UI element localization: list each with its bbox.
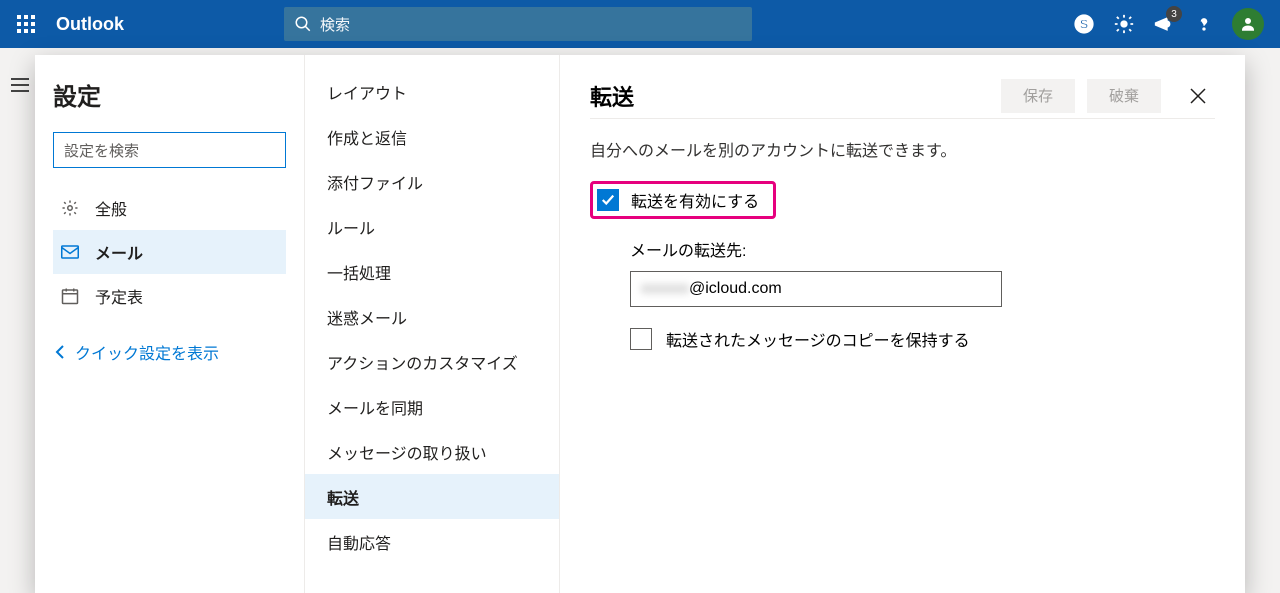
top-bar: Outlook 検索 S 3 [0, 0, 1280, 48]
subnav-sync-mail[interactable]: メールを同期 [305, 384, 559, 429]
keep-copy-label: 転送されたメッセージのコピーを保持する [666, 327, 970, 351]
app-launcher-icon[interactable] [10, 8, 42, 40]
settings-content: 転送 保存 破棄 自分へのメールを別のアカウントに転送できます。 転送を有効にす… [560, 55, 1245, 593]
enable-forwarding-label: 転送を有効にする [631, 188, 759, 212]
settings-title: 設定 [53, 77, 286, 112]
svg-text:S: S [1080, 17, 1089, 32]
settings-subnav: レイアウト 作成と返信 添付ファイル ルール 一括処理 迷惑メール アクションの… [305, 55, 560, 593]
nav-mail[interactable]: メール [53, 230, 286, 274]
settings-search-input[interactable]: 設定を検索 [53, 132, 286, 168]
subnav-sweep[interactable]: 一括処理 [305, 249, 559, 294]
nav-label: メール [95, 240, 143, 264]
enable-forwarding-checkbox[interactable] [597, 189, 619, 211]
enable-forwarding-highlight: 転送を有効にする [590, 181, 776, 219]
gear-icon[interactable] [1104, 4, 1144, 44]
notification-badge: 3 [1166, 6, 1182, 22]
calendar-icon [59, 287, 81, 305]
nav-general[interactable]: 全般 [53, 186, 286, 230]
skype-icon[interactable]: S [1064, 4, 1104, 44]
search-placeholder: 検索 [320, 14, 350, 35]
forward-to-block: メールの転送先: xxxxxx@icloud.com 転送されたメッセージのコピ… [630, 237, 1215, 351]
forward-to-value-redacted: xxxxxx [641, 280, 689, 298]
background-decoration [1240, 48, 1280, 593]
quick-settings-link[interactable]: クイック設定を表示 [53, 336, 286, 368]
subnav-attachments[interactable]: 添付ファイル [305, 159, 559, 204]
chevron-left-icon [55, 345, 65, 359]
forward-to-value-suffix: @icloud.com [689, 280, 782, 298]
discard-button[interactable]: 破棄 [1087, 79, 1161, 113]
back-link-label: クイック設定を表示 [75, 340, 219, 364]
search-icon [294, 15, 312, 33]
hamburger-icon[interactable] [0, 70, 40, 100]
nav-calendar[interactable]: 予定表 [53, 274, 286, 318]
avatar[interactable] [1232, 8, 1264, 40]
subnav-message-handling[interactable]: メッセージの取り扱い [305, 429, 559, 474]
settings-sidebar: 設定 設定を検索 全般 メール 予定表 クイック設定を表示 [35, 55, 305, 593]
close-icon [1190, 88, 1206, 104]
subnav-forwarding[interactable]: 転送 [305, 474, 559, 519]
forward-to-input[interactable]: xxxxxx@icloud.com [630, 271, 1002, 307]
nav-label: 予定表 [95, 284, 143, 308]
keep-copy-checkbox[interactable] [630, 328, 652, 350]
content-description: 自分へのメールを別のアカウントに転送できます。 [590, 137, 1215, 161]
check-icon [601, 193, 615, 207]
subnav-auto-reply[interactable]: 自動応答 [305, 519, 559, 564]
close-button[interactable] [1181, 79, 1215, 113]
subnav-layout[interactable]: レイアウト [305, 69, 559, 114]
subnav-junk[interactable]: 迷惑メール [305, 294, 559, 339]
forward-to-label: メールの転送先: [630, 237, 1215, 261]
subnav-rules[interactable]: ルール [305, 204, 559, 249]
nav-label: 全般 [95, 196, 127, 220]
content-header: 転送 保存 破棄 [590, 73, 1215, 119]
save-button[interactable]: 保存 [1001, 79, 1075, 113]
subnav-compose[interactable]: 作成と返信 [305, 114, 559, 159]
content-title: 転送 [590, 80, 634, 112]
keep-copy-row: 転送されたメッセージのコピーを保持する [630, 327, 1215, 351]
settings-search-placeholder: 設定を検索 [64, 140, 139, 161]
brand-label: Outlook [56, 14, 124, 35]
gear-icon [59, 199, 81, 217]
settings-panel: 設定 設定を検索 全般 メール 予定表 クイック設定を表示 [35, 55, 1245, 593]
help-icon[interactable] [1184, 4, 1224, 44]
subnav-customize-actions[interactable]: アクションのカスタマイズ [305, 339, 559, 384]
megaphone-icon[interactable]: 3 [1144, 4, 1184, 44]
search-input[interactable]: 検索 [284, 7, 752, 41]
mail-icon [59, 245, 81, 259]
